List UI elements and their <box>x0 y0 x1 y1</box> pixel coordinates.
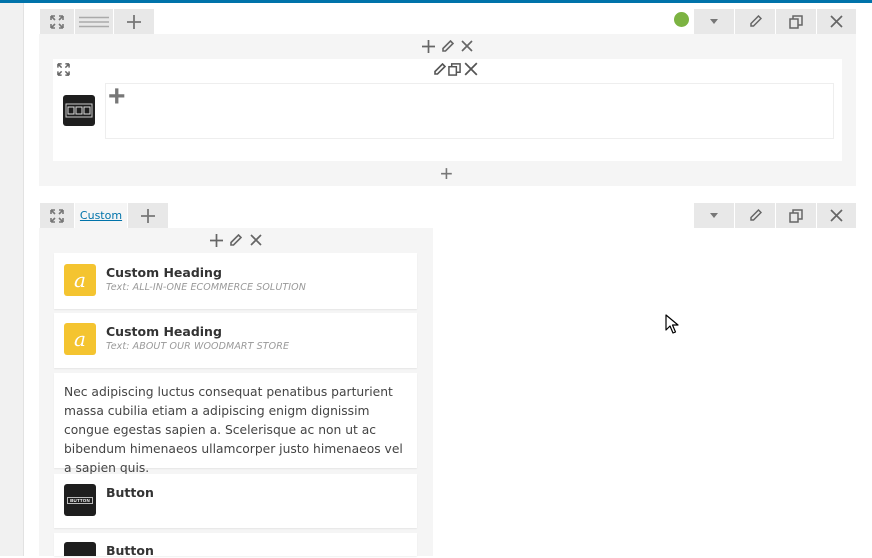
pencil-icon <box>441 39 454 52</box>
close-icon <box>830 15 843 28</box>
element-custom-heading[interactable]: a Custom Heading Text: ALL-IN-ONE ECOMME… <box>54 253 417 309</box>
plus-icon <box>209 233 223 247</box>
row-add-column-button[interactable] <box>114 9 154 34</box>
inner-column-add-button[interactable]: + <box>108 80 126 114</box>
row-2-column-edit-button[interactable] <box>227 232 243 248</box>
close-icon <box>461 40 473 52</box>
close-icon <box>250 234 262 246</box>
row-1: + + <box>0 0 872 190</box>
row-2-column-delete-button[interactable] <box>248 232 264 248</box>
element-title: Custom Heading <box>106 265 222 280</box>
row-2-delete-button[interactable] <box>817 203 856 228</box>
row-2-column-add-button[interactable] <box>208 232 224 248</box>
mouse-cursor-icon <box>665 314 679 334</box>
column-edit-button[interactable] <box>439 38 455 54</box>
inner-row-thumbnail[interactable] <box>63 95 95 126</box>
status-dot <box>674 12 689 27</box>
element-button[interactable]: BUTTON Button <box>54 474 417 528</box>
row-clone-button[interactable] <box>776 9 816 34</box>
inner-row-move-button[interactable] <box>55 61 71 77</box>
move-icon <box>50 14 64 29</box>
button-icon: BUTTON <box>64 484 96 516</box>
element-text-block[interactable]: Nec adipiscing luctus consequat penatibu… <box>54 373 417 475</box>
row-2-move-button[interactable] <box>40 203 74 228</box>
row-bottom-add-button[interactable]: + <box>440 163 453 185</box>
row-move-button[interactable] <box>40 9 74 34</box>
layout-icon <box>79 16 109 27</box>
clone-icon <box>447 62 461 76</box>
pencil-icon <box>433 62 446 75</box>
custom-tab-label: Custom <box>79 209 123 222</box>
clone-icon <box>789 208 803 223</box>
row-2-edit-button[interactable] <box>735 203 775 228</box>
chevron-down-icon <box>710 19 718 24</box>
row-2-add-column-button[interactable] <box>128 203 168 228</box>
row-delete-button[interactable] <box>817 9 856 34</box>
row-2-custom-tab[interactable]: Custom <box>75 203 127 228</box>
element-title: Button <box>106 485 154 500</box>
row-2-clone-button[interactable] <box>776 203 816 228</box>
element-custom-heading[interactable]: a Custom Heading Text: ABOUT OUR WOODMAR… <box>54 313 417 368</box>
heading-icon: a <box>64 323 96 355</box>
element-button[interactable]: Button <box>54 533 417 558</box>
pencil-icon <box>749 209 762 221</box>
close-icon <box>830 209 843 222</box>
row-toggle-button[interactable] <box>694 9 734 34</box>
chevron-down-icon <box>710 213 718 218</box>
row-2-toggle-button[interactable] <box>694 203 734 228</box>
inner-row-delete-button[interactable] <box>462 61 480 77</box>
element-title: Custom Heading <box>106 324 222 339</box>
pencil-icon <box>749 15 762 27</box>
row-edit-button[interactable] <box>735 9 775 34</box>
column-add-button[interactable] <box>420 38 436 54</box>
plus-icon <box>127 14 141 29</box>
element-subtitle: Text: ABOUT OUR WOODMART STORE <box>106 341 290 352</box>
move-icon <box>56 62 70 76</box>
column-delete-button[interactable] <box>459 38 475 54</box>
plus-icon <box>421 39 435 53</box>
inner-row-layout-icon <box>65 103 93 118</box>
element-text-body: Nec adipiscing luctus consequat penatibu… <box>64 385 403 475</box>
clone-icon <box>789 14 803 29</box>
inner-row-edit-button[interactable] <box>431 61 447 77</box>
move-icon <box>50 208 64 223</box>
inner-row-clone-button[interactable] <box>446 61 462 77</box>
close-icon <box>464 62 478 76</box>
row-layout-button[interactable] <box>75 9 113 34</box>
inner-column[interactable] <box>105 83 834 139</box>
element-subtitle: Text: ALL-IN-ONE ECOMMERCE SOLUTION <box>106 282 306 293</box>
pencil-icon <box>229 233 242 246</box>
heading-icon: a <box>64 264 96 296</box>
plus-icon <box>141 208 155 223</box>
button-icon <box>64 542 96 556</box>
